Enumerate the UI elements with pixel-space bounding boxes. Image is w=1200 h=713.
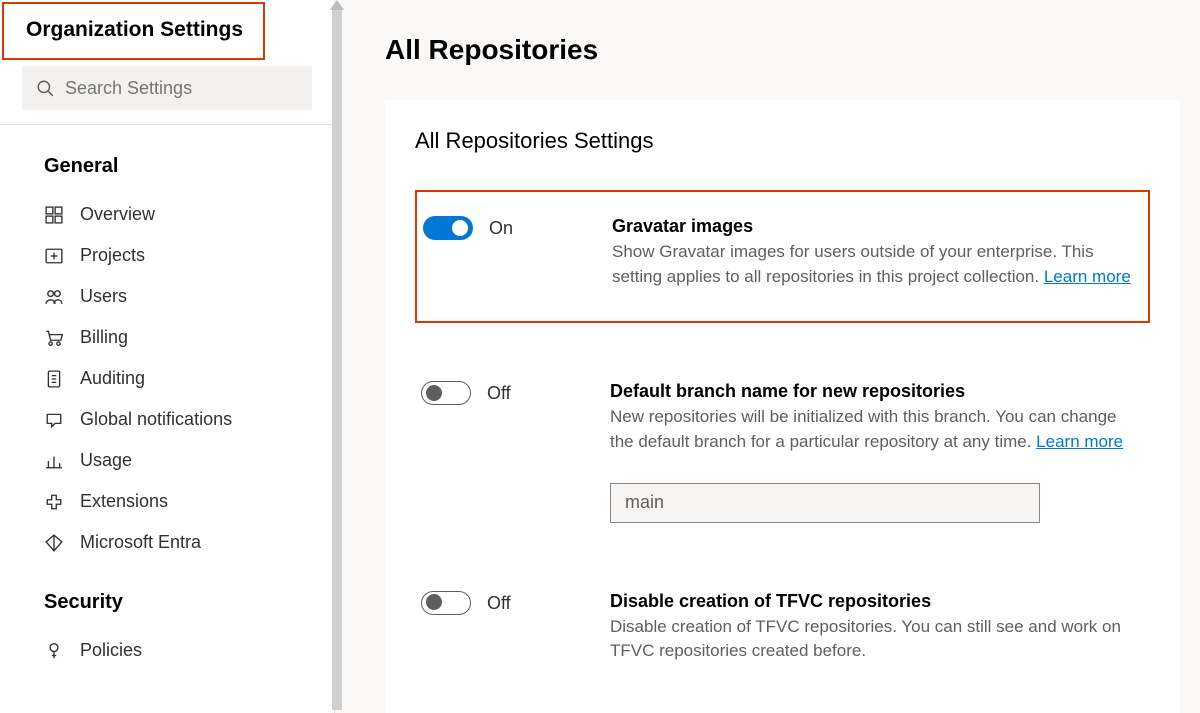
setting-gravatar-images: On Gravatar images Show Gravatar images … bbox=[415, 190, 1150, 323]
sidebar-title-highlight: Organization Settings bbox=[2, 2, 265, 60]
sidebar-item-overview[interactable]: Overview bbox=[0, 194, 334, 235]
section-security-title: Security bbox=[0, 563, 334, 630]
setting-body: Default branch name for new repositories… bbox=[610, 381, 1144, 522]
toggle-knob bbox=[426, 594, 442, 610]
toggle-knob bbox=[452, 220, 468, 236]
entra-icon bbox=[44, 533, 64, 553]
setting-description: Disable creation of TFVC repositories. Y… bbox=[610, 615, 1144, 664]
toggle-column: Off bbox=[421, 381, 586, 522]
sidebar-item-usage[interactable]: Usage bbox=[0, 440, 334, 481]
toggle-knob bbox=[426, 385, 442, 401]
setting-desc-text: Show Gravatar images for users outside o… bbox=[612, 242, 1094, 286]
main-content: All Repositories All Repositories Settin… bbox=[335, 0, 1200, 713]
toggle-state-label: Off bbox=[487, 381, 511, 405]
sidebar-item-entra[interactable]: Microsoft Entra bbox=[0, 522, 334, 563]
sidebar-item-auditing[interactable]: Auditing bbox=[0, 358, 334, 399]
settings-card: All Repositories Settings On Gravatar im… bbox=[385, 100, 1180, 713]
scroll-track[interactable] bbox=[332, 10, 342, 710]
default-branch-input[interactable] bbox=[610, 483, 1040, 523]
setting-description: New repositories will be initialized wit… bbox=[610, 405, 1144, 454]
extensions-icon bbox=[44, 492, 64, 512]
auditing-icon bbox=[44, 369, 64, 389]
sidebar-item-label: Auditing bbox=[80, 368, 145, 389]
toggle-state-label: On bbox=[489, 216, 513, 240]
page-title: All Repositories bbox=[385, 34, 1180, 66]
toggle-column: Off bbox=[421, 591, 586, 664]
sidebar-item-billing[interactable]: Billing bbox=[0, 317, 334, 358]
sidebar-item-projects[interactable]: Projects bbox=[0, 235, 334, 276]
sidebar-title: Organization Settings bbox=[26, 18, 247, 42]
setting-title: Default branch name for new repositories bbox=[610, 381, 1144, 402]
toggle-column: On bbox=[423, 216, 588, 289]
sidebar-item-label: Projects bbox=[80, 245, 145, 266]
setting-body: Gravatar images Show Gravatar images for… bbox=[612, 216, 1142, 289]
setting-desc-text: Disable creation of TFVC repositories. Y… bbox=[610, 617, 1121, 661]
sidebar-item-notifications[interactable]: Global notifications bbox=[0, 399, 334, 440]
card-title: All Repositories Settings bbox=[415, 128, 1150, 154]
search-icon bbox=[35, 78, 55, 98]
sidebar-item-label: Overview bbox=[80, 204, 155, 225]
sidebar: Organization Settings General Overview bbox=[0, 0, 335, 713]
billing-icon bbox=[44, 328, 64, 348]
sidebar-item-label: Extensions bbox=[80, 491, 168, 512]
sidebar-item-extensions[interactable]: Extensions bbox=[0, 481, 334, 522]
sidebar-item-label: Global notifications bbox=[80, 409, 232, 430]
gravatar-toggle[interactable] bbox=[423, 216, 473, 240]
sidebar-item-label: Users bbox=[80, 286, 127, 307]
setting-title: Disable creation of TFVC repositories bbox=[610, 591, 1144, 612]
setting-body: Disable creation of TFVC repositories Di… bbox=[610, 591, 1144, 664]
section-general-title: General bbox=[0, 149, 334, 194]
setting-disable-tfvc: Off Disable creation of TFVC repositorie… bbox=[415, 583, 1150, 664]
setting-title: Gravatar images bbox=[612, 216, 1142, 237]
divider bbox=[0, 124, 334, 125]
search-container bbox=[22, 66, 312, 110]
learn-more-link[interactable]: Learn more bbox=[1044, 267, 1131, 286]
search-box[interactable] bbox=[22, 66, 312, 110]
sidebar-item-label: Usage bbox=[80, 450, 132, 471]
sidebar-item-policies[interactable]: Policies bbox=[0, 630, 334, 671]
sidebar-item-label: Policies bbox=[80, 640, 142, 661]
learn-more-link[interactable]: Learn more bbox=[1036, 432, 1123, 451]
search-input[interactable] bbox=[65, 78, 299, 99]
scroll-up-icon bbox=[330, 0, 344, 10]
nav-list-general: Overview Projects Users bbox=[0, 194, 334, 563]
toggle-state-label: Off bbox=[487, 591, 511, 615]
projects-icon bbox=[44, 246, 64, 266]
setting-description: Show Gravatar images for users outside o… bbox=[612, 240, 1142, 289]
scrollbar[interactable] bbox=[330, 0, 344, 710]
overview-icon bbox=[44, 205, 64, 225]
setting-default-branch: Off Default branch name for new reposito… bbox=[415, 373, 1150, 552]
users-icon bbox=[44, 287, 64, 307]
policies-icon bbox=[44, 641, 64, 661]
nav-list-security: Policies bbox=[0, 630, 334, 671]
sidebar-item-users[interactable]: Users bbox=[0, 276, 334, 317]
notifications-icon bbox=[44, 410, 64, 430]
sidebar-item-label: Billing bbox=[80, 327, 128, 348]
sidebar-item-label: Microsoft Entra bbox=[80, 532, 201, 553]
tfvc-toggle[interactable] bbox=[421, 591, 471, 615]
default-branch-toggle[interactable] bbox=[421, 381, 471, 405]
usage-icon bbox=[44, 451, 64, 471]
